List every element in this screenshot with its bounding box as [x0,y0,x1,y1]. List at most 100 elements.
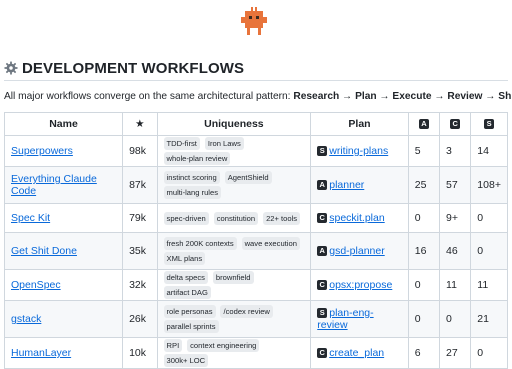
uniqueness-tag: wave execution [241,237,300,250]
commands-count-cell: 3 [439,135,472,167]
commands-count-cell: 0 [439,300,472,338]
plan-cell: Splan-eng-review [310,300,409,338]
header-agents: A [407,112,441,136]
skills-count-cell: 0 [470,337,508,369]
table-header-row: Name ★ Uniqueness Plan A C S [3,112,508,136]
skills-badge-icon: S [484,119,495,130]
agents-count-cell: 0 [407,300,441,338]
stars-cell: 26k [122,300,158,338]
plan-cell: Swriting-plans [310,135,409,167]
uniqueness-tag: context engineering [187,339,260,352]
project-link[interactable]: OpenSpec [11,279,61,291]
stars-cell: 35k [122,232,158,270]
uniqueness-cell: instinct scoring AgentShield multi-lang … [156,166,312,204]
plan-type-badge-icon: S [317,308,328,319]
project-link[interactable]: Spec Kit [11,212,50,224]
uniqueness-tag: /codex review [220,305,273,318]
header-uniqueness: Uniqueness [156,112,312,136]
table-row: Get Shit Done 35k fresh 200K contexts wave… [3,232,508,270]
project-link[interactable]: gstack [11,313,41,325]
intro-pattern: Research → Plan → Execute → Review → Shi… [293,91,512,102]
plan-cell: Ccreate_plan [310,337,409,369]
project-link[interactable]: Get Shit Done [11,245,77,257]
uniqueness-cell: fresh 200K contexts wave execution XML p… [156,232,312,270]
commands-count-cell: 46 [439,232,472,270]
uniqueness-cell: delta specs brownfield artifact DAG [156,269,312,301]
uniqueness-tag: artifact DAG [163,286,211,299]
stars-cell: 10k [122,337,158,369]
name-cell: OpenSpec [3,269,124,301]
header-commands: C [439,112,472,136]
commands-count-cell: 27 [439,337,472,369]
commands-count-cell: 11 [439,269,472,301]
uniqueness-tag: delta specs [163,271,208,284]
plan-cell: Cspeckit.plan [310,203,409,233]
uniqueness-tag: Iron Laws [204,137,244,150]
agents-badge-icon: A [418,119,429,130]
skills-count-cell: 14 [470,135,508,167]
plan-link[interactable]: speckit.plan [329,212,384,224]
plan-link[interactable]: gsd-planner [329,245,384,257]
skills-count-cell: 0 [470,203,508,233]
stars-cell: 79k [122,203,158,233]
intro-prefix: All major workflows converge on the same… [4,91,294,102]
uniqueness-tag: 300k+ LOC [163,354,209,367]
plan-link[interactable]: create_plan [329,347,384,359]
intro-text: All major workflows converge on the same… [4,91,512,102]
header-name: Name [3,112,124,136]
name-cell: Superpowers [3,135,124,167]
uniqueness-tag: fresh 200K contexts [163,237,237,250]
plan-type-badge-icon: A [317,180,328,191]
uniqueness-tag: instinct scoring [163,171,220,184]
plan-type-badge-icon: A [317,246,328,257]
uniqueness-tag: whole-plan review [163,152,231,165]
name-cell: gstack [3,300,124,338]
agents-count-cell: 25 [407,166,441,204]
table-row: Superpowers 98k TDD-first Iron Laws whole-… [3,135,508,167]
plan-cell: Copsx:propose [310,269,409,301]
uniqueness-cell: spec-driven constitution 22+ tools [156,203,312,233]
table-row: OpenSpec 32k delta specs brownfield artifa… [3,269,508,301]
uniqueness-tag: role personas [163,305,216,318]
uniqueness-tag: multi-lang rules [163,186,222,199]
table-row: Everything Claude Code 87k instinct scorin… [3,166,508,204]
name-cell: Everything Claude Code [3,166,124,204]
skills-count-cell: 108+ [470,166,508,204]
name-cell: HumanLayer [3,337,124,369]
project-link[interactable]: HumanLayer [11,347,71,359]
uniqueness-tag: 22+ tools [263,211,301,225]
name-cell: Spec Kit [3,203,124,233]
workflows-table: Name ★ Uniqueness Plan A C S Superpowers… [3,112,508,369]
uniqueness-tag: RPI [163,339,183,352]
agents-count-cell: 0 [407,269,441,301]
plan-cell: Agsd-planner [310,232,409,270]
plan-link[interactable]: opsx:propose [329,279,392,291]
uniqueness-tag: brownfield [212,271,254,284]
mascot-logo-icon [241,7,267,35]
plan-link[interactable]: writing-plans [329,145,388,157]
agents-count-cell: 16 [407,232,441,270]
project-link[interactable]: Superpowers [11,145,73,157]
skills-count-cell: 0 [470,232,508,270]
header-stars: ★ [122,112,158,136]
table-row: Spec Kit 79k spec-driven constitution 22+ … [3,203,508,233]
stars-cell: 32k [122,269,158,301]
uniqueness-cell: TDD-first Iron Laws whole-plan review [156,135,312,167]
uniqueness-tag: spec-driven [163,211,209,225]
agents-count-cell: 5 [407,135,441,167]
commands-badge-icon: C [450,119,461,130]
plan-link[interactable]: planner [329,179,364,191]
stars-cell: 98k [122,135,158,167]
table-row: HumanLayer 10k RPI context engineering 300… [3,337,508,369]
project-link[interactable]: Everything Claude Code [11,173,97,197]
agents-count-cell: 0 [407,203,441,233]
commands-count-cell: 57 [439,166,472,204]
uniqueness-cell: RPI context engineering 300k+ LOC [156,337,312,369]
stars-cell: 87k [122,166,158,204]
plan-type-badge-icon: S [317,146,328,157]
uniqueness-cell: role personas /codex review parallel spr… [156,300,312,338]
skills-count-cell: 11 [470,269,508,301]
header-skills: S [470,112,508,136]
skills-count-cell: 21 [470,300,508,338]
gear-icon [4,61,18,75]
